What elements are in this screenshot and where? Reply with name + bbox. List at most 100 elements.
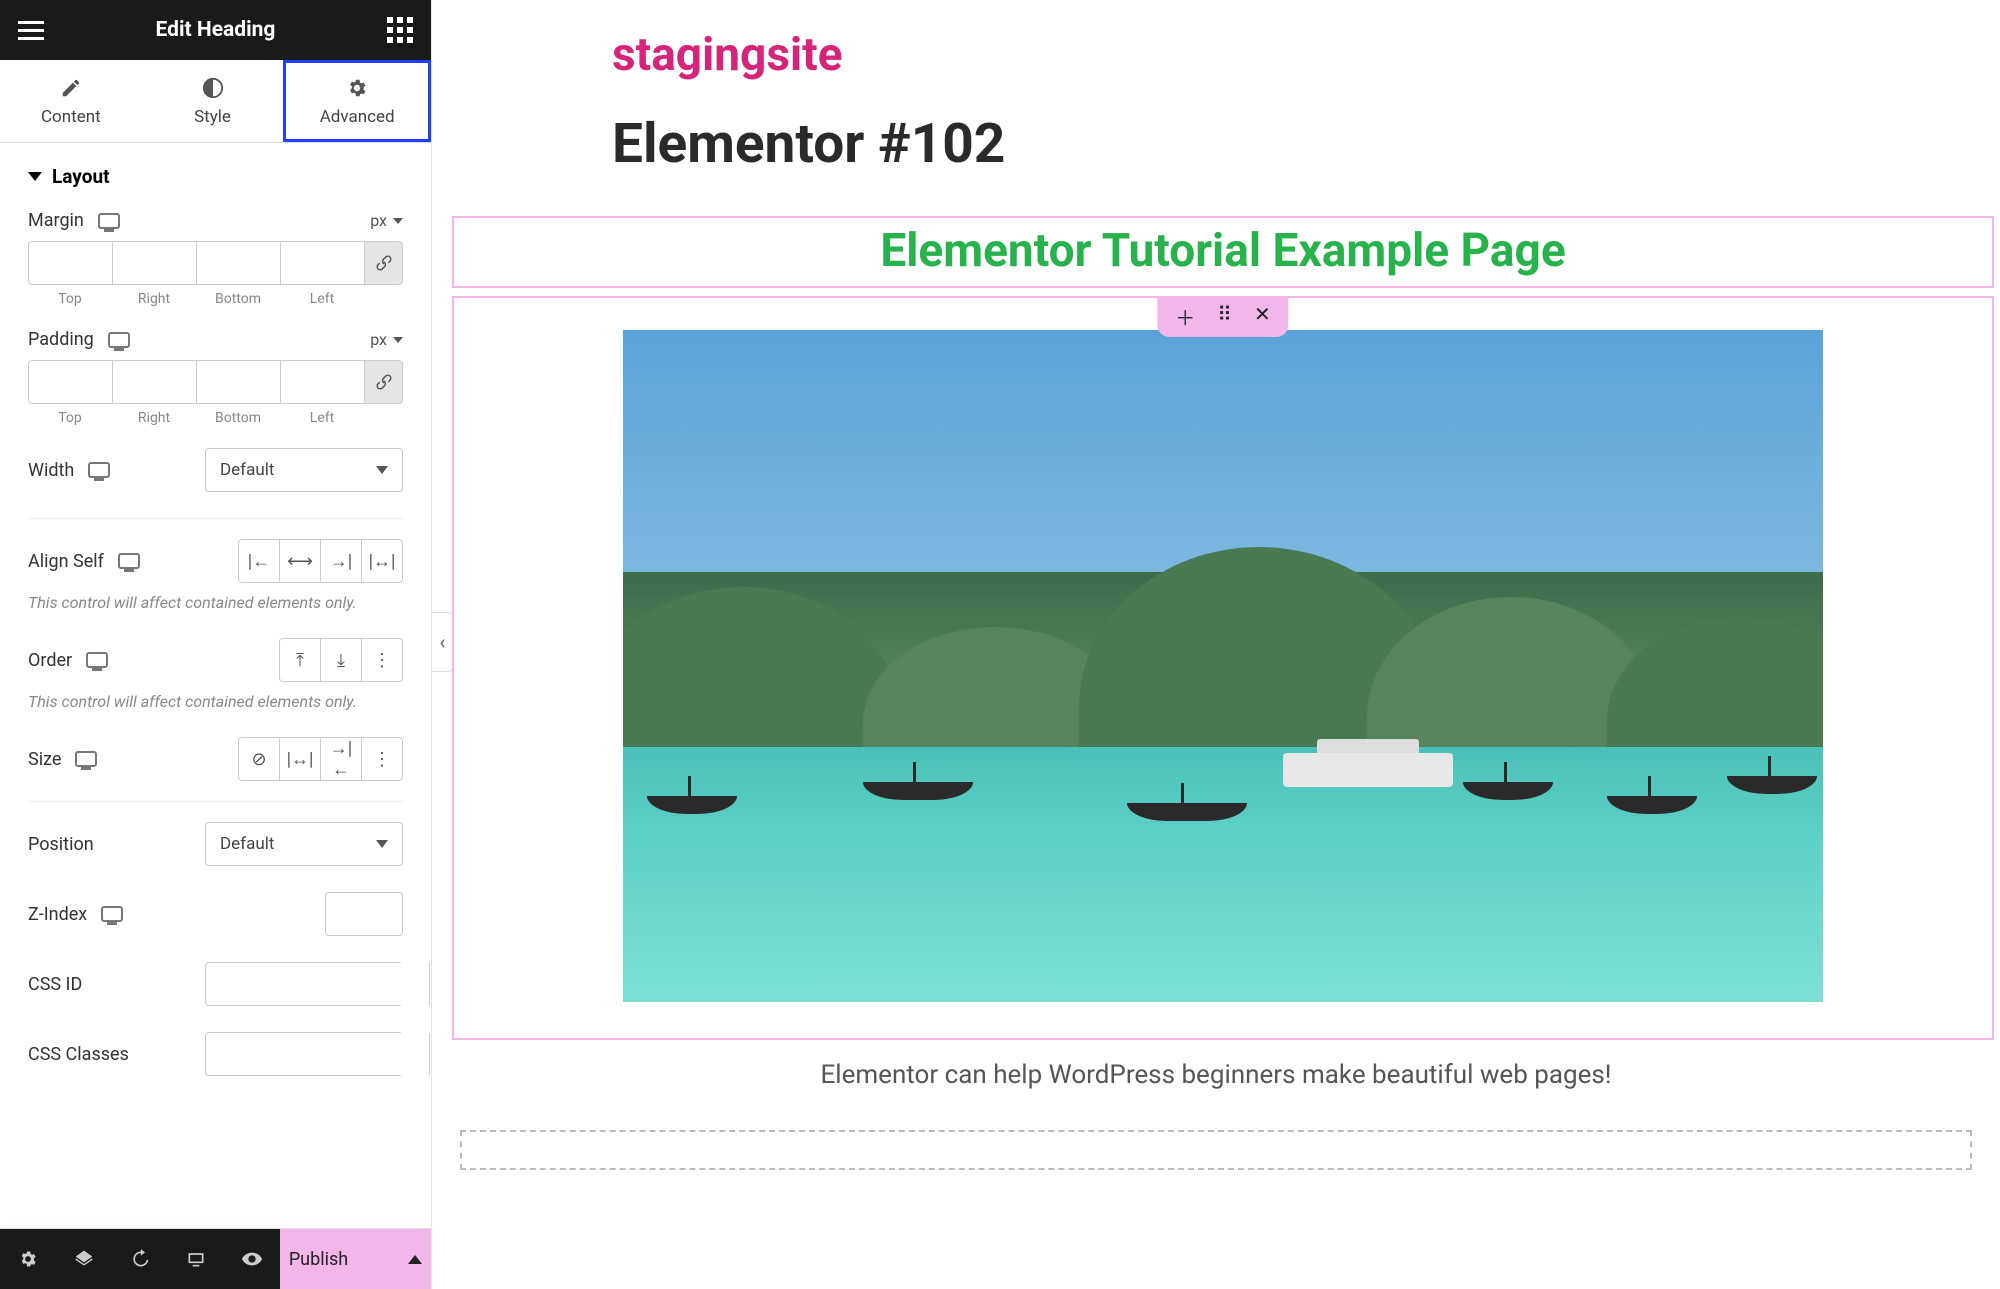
cssid-label: CSS ID (28, 974, 82, 995)
align-end-button[interactable]: →| (320, 539, 362, 583)
padding-top-input[interactable] (28, 360, 112, 404)
zindex-label: Z-Index (28, 904, 87, 925)
tab-style[interactable]: Style (142, 60, 284, 142)
margin-unit-select[interactable]: px (370, 211, 403, 230)
history-icon (130, 1249, 150, 1269)
link-icon (375, 254, 393, 272)
chevron-down-icon (376, 466, 388, 474)
align-self-note: This control will affect contained eleme… (28, 593, 403, 612)
close-section-icon[interactable]: ✕ (1254, 302, 1271, 331)
section-controls: ＋ ⠿ ✕ (1157, 296, 1288, 337)
order-more-button[interactable]: ⋮ (361, 638, 403, 682)
order-row: Order ⤒ ⤓ ⋮ (28, 638, 403, 682)
desktop-icon[interactable] (108, 332, 130, 348)
history-button[interactable] (112, 1229, 168, 1289)
desktop-icon[interactable] (75, 751, 97, 767)
panel-tabs: Content Style Advanced (0, 60, 431, 143)
cssclasses-label: CSS Classes (28, 1044, 129, 1065)
cssid-input[interactable] (206, 963, 429, 1005)
preview-button[interactable] (224, 1229, 280, 1289)
size-none-button[interactable]: ⊘ (238, 737, 280, 781)
tab-content-label: Content (41, 107, 101, 127)
desktop-icon[interactable] (118, 553, 140, 569)
tab-advanced[interactable]: Advanced (283, 60, 431, 142)
desktop-icon[interactable] (101, 906, 123, 922)
eye-icon (241, 1248, 263, 1270)
width-select[interactable]: Default (205, 448, 403, 492)
align-self-label: Align Self (28, 551, 104, 572)
margin-label: Margin (28, 210, 84, 231)
site-title[interactable]: stagingsite (612, 28, 2000, 82)
align-self-buttons: |← ⟷ →| |↔| (238, 539, 403, 583)
padding-row: Padding px (28, 329, 403, 350)
desktop-icon[interactable] (98, 213, 120, 229)
cssid-row: CSS ID (28, 962, 403, 1006)
link-icon (375, 373, 393, 391)
gear-icon (346, 77, 368, 99)
navigator-button[interactable] (56, 1229, 112, 1289)
padding-right-input[interactable] (112, 360, 196, 404)
tab-style-label: Style (194, 107, 231, 127)
drag-section-icon[interactable]: ⠿ (1217, 302, 1232, 331)
align-self-row: Align Self |← ⟷ →| |↔| (28, 539, 403, 583)
align-center-button[interactable]: ⟷ (279, 539, 321, 583)
panel-body: Layout Margin px TopRightBottomLeft Padd… (0, 143, 431, 1228)
desktop-icon[interactable] (86, 652, 108, 668)
order-first-button[interactable]: ⤒ (279, 638, 321, 682)
margin-bottom-input[interactable] (196, 241, 280, 285)
order-note: This control will affect contained eleme… (28, 692, 403, 711)
zindex-row: Z-Index (28, 892, 403, 936)
padding-bottom-input[interactable] (196, 360, 280, 404)
size-label: Size (28, 749, 61, 770)
editor-panel: Edit Heading Content Style Advanced Layo… (0, 0, 432, 1289)
devices-icon (186, 1249, 206, 1269)
responsive-button[interactable] (168, 1229, 224, 1289)
desktop-icon[interactable] (88, 462, 110, 478)
size-more-button[interactable]: ⋮ (361, 737, 403, 781)
margin-link-toggle[interactable] (364, 241, 403, 285)
margin-side-labels: TopRightBottomLeft (28, 291, 403, 307)
chevron-up-icon (408, 1255, 422, 1264)
tab-content[interactable]: Content (0, 60, 142, 142)
cssclasses-row: CSS Classes (28, 1032, 403, 1076)
page-head: stagingsite Elementor #102 (432, 28, 2000, 176)
cssid-input-wrap (205, 962, 403, 1006)
section-image[interactable] (623, 330, 1823, 1002)
editor-canvas: stagingsite Elementor #102 Elementor Tut… (432, 0, 2000, 1289)
image-section[interactable]: ＋ ⠿ ✕ (452, 296, 1994, 1040)
dynamic-tags-icon[interactable] (429, 1033, 431, 1075)
padding-label: Padding (28, 329, 94, 350)
size-grow-button[interactable]: |↔| (279, 737, 321, 781)
position-label: Position (28, 834, 94, 855)
tab-advanced-label: Advanced (320, 107, 395, 127)
add-section-icon[interactable]: ＋ (1175, 302, 1195, 331)
menu-icon[interactable] (18, 21, 44, 40)
size-buttons: ⊘ |↔| →|← ⋮ (238, 737, 403, 781)
settings-button[interactable] (0, 1229, 56, 1289)
margin-left-input[interactable] (280, 241, 364, 285)
layers-icon (74, 1249, 94, 1269)
margin-right-input[interactable] (112, 241, 196, 285)
add-new-section[interactable] (460, 1130, 1972, 1170)
heading-section[interactable]: Elementor Tutorial Example Page (452, 216, 1994, 288)
dynamic-tags-icon[interactable] (429, 963, 431, 1005)
padding-unit-select[interactable]: px (370, 330, 403, 349)
padding-inputs (28, 360, 403, 404)
order-last-button[interactable]: ⤓ (320, 638, 362, 682)
padding-left-input[interactable] (280, 360, 364, 404)
widgets-grid-icon[interactable] (387, 17, 413, 43)
padding-link-toggle[interactable] (364, 360, 403, 404)
align-start-button[interactable]: |← (238, 539, 280, 583)
pencil-icon (60, 77, 82, 99)
align-stretch-button[interactable]: |↔| (361, 539, 403, 583)
size-shrink-button[interactable]: →|← (320, 737, 362, 781)
chevron-down-icon (376, 840, 388, 848)
zindex-input[interactable] (325, 892, 403, 936)
margin-top-input[interactable] (28, 241, 112, 285)
layout-section-toggle[interactable]: Layout (28, 165, 403, 188)
position-select[interactable]: Default (205, 822, 403, 866)
contrast-icon (202, 77, 224, 99)
publish-button[interactable]: Publish (280, 1229, 431, 1289)
heading-text: Elementor Tutorial Example Page (454, 224, 1992, 278)
cssclasses-input[interactable] (206, 1033, 429, 1075)
